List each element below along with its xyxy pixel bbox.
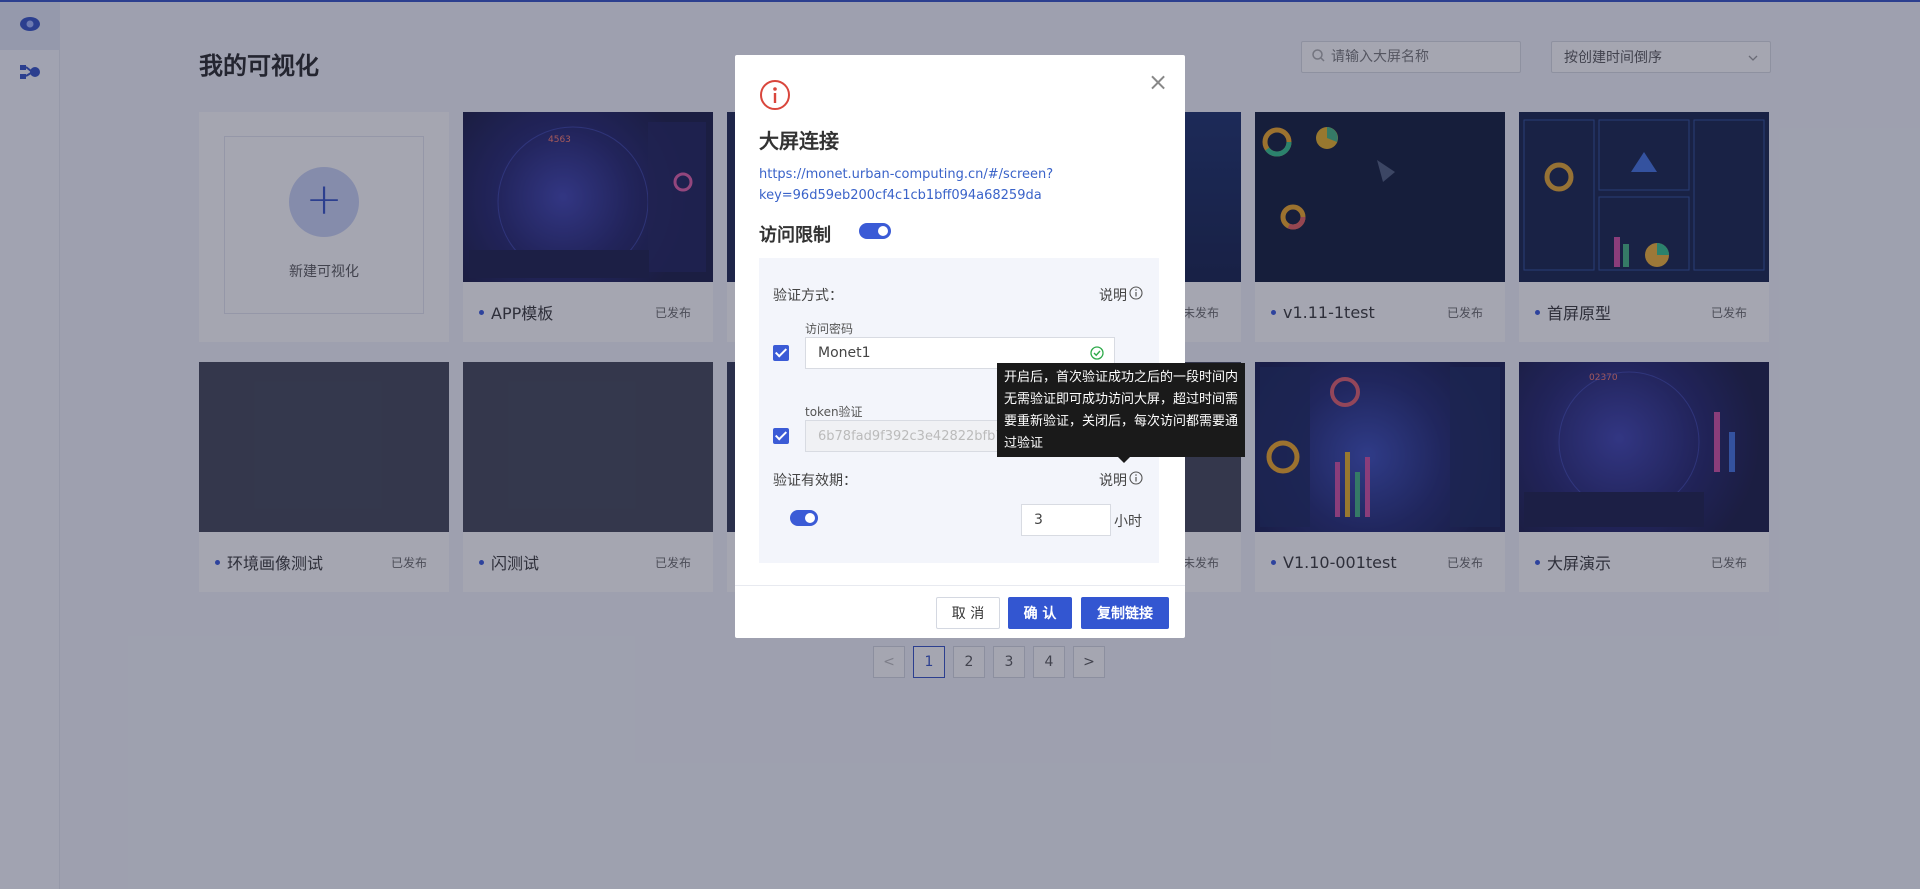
info-circle-icon — [1129, 471, 1143, 489]
explain-label: 说明 — [1099, 473, 1127, 489]
info-circle-icon — [1129, 286, 1143, 304]
validity-toggle[interactable] — [790, 510, 818, 526]
token-label: token验证 — [805, 405, 863, 419]
access-restriction-toggle[interactable] — [859, 223, 891, 239]
info-icon — [759, 79, 791, 115]
explain-label: 说明 — [1099, 288, 1127, 304]
password-value: Monet1 — [818, 345, 871, 361]
hours-input[interactable]: 3 — [1021, 504, 1111, 536]
screen-link[interactable]: https://monet.urban-computing.cn/#/scree… — [759, 164, 1059, 206]
verify-method-label: 验证方式： — [773, 288, 843, 304]
validity-tooltip: 开启后，首次验证成功之后的一段时间内无需验证即可成功访问大屏，超过时间需要重新验… — [997, 363, 1245, 463]
password-label: 访问密码 — [805, 322, 854, 336]
cancel-button[interactable]: 取 消 — [936, 597, 1000, 629]
token-value: 6b78fad9f392c3e42822bfb7c — [818, 428, 1011, 444]
dialog-title: 大屏连接 — [759, 129, 839, 153]
validity-explain[interactable]: 说明 — [1099, 470, 1143, 490]
verify-method-explain[interactable]: 说明 — [1099, 285, 1143, 305]
confirm-button[interactable]: 确 认 — [1008, 597, 1072, 629]
dialog-footer-divider — [735, 585, 1185, 586]
hours-unit: 小时 — [1114, 514, 1142, 530]
hours-value: 3 — [1034, 512, 1043, 528]
password-checkbox[interactable] — [773, 345, 789, 361]
access-restriction-label: 访问限制 — [759, 225, 831, 246]
token-checkbox[interactable] — [773, 428, 789, 444]
close-icon[interactable]: × — [1148, 70, 1168, 94]
validity-label: 验证有效期： — [773, 473, 857, 489]
token-input[interactable]: 6b78fad9f392c3e42822bfb7c — [805, 420, 1011, 452]
check-circle-icon — [1090, 346, 1104, 364]
screen-link-dialog: × 大屏连接 https://monet.urban-computing.cn/… — [735, 55, 1185, 638]
copy-link-button[interactable]: 复制链接 — [1081, 597, 1169, 629]
